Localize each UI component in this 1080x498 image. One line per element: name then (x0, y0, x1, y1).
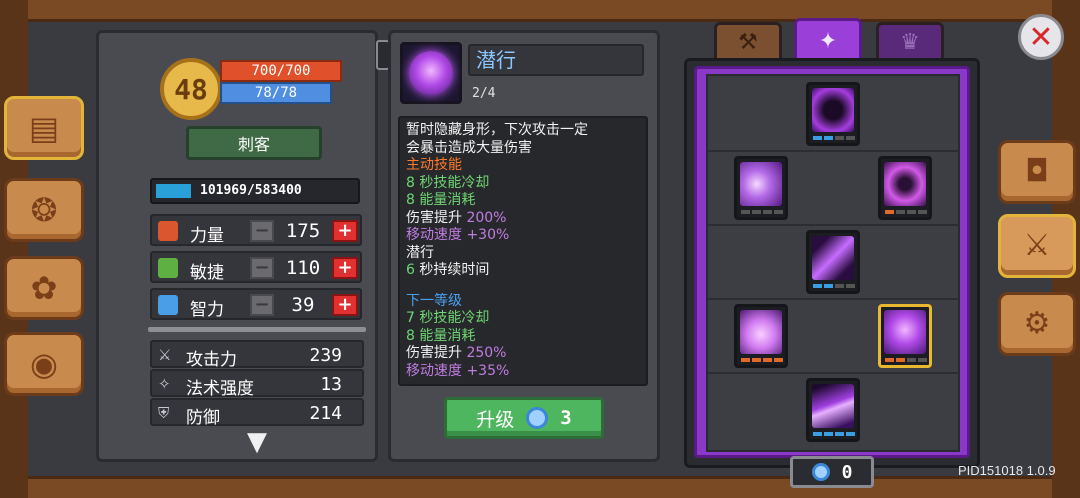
attribute-minus-button[interactable]: − (250, 220, 274, 242)
feather-icon (158, 258, 178, 278)
attribute-row: 敏捷 −110 + (150, 251, 362, 283)
description-line: 下一等级 (406, 292, 462, 309)
skill-name: 潜行 (468, 44, 644, 76)
stat-value: 13 (320, 374, 342, 395)
book-icon: ▤ (28, 109, 60, 147)
skill-node-slash[interactable] (734, 156, 788, 220)
upgrade-cost: 3 (560, 407, 572, 429)
attribute-value: 175 (285, 220, 321, 242)
stat-row: ⚔ 攻击力 239 (150, 340, 364, 370)
stat-label: 防御 (186, 408, 220, 428)
skill-point-icon (526, 407, 549, 429)
upgrade-button[interactable]: 升级 3 (444, 397, 604, 439)
attribute-value: 39 (291, 294, 315, 316)
tab-skills[interactable]: ⚔ (998, 214, 1076, 278)
divider (148, 327, 366, 332)
weapon-icon: ⚒ (738, 30, 758, 55)
description-line: 移动速度 +30% (406, 227, 510, 243)
attribute-minus-button[interactable]: − (250, 294, 274, 316)
stat-value: 214 (309, 403, 342, 424)
skill-points-value: 0 (841, 461, 853, 483)
swords-up-icon: ⚔ (1023, 228, 1051, 263)
tab-settings[interactable]: ⚙ (998, 292, 1076, 356)
fist-icon (158, 221, 178, 241)
close-icon: ✕ (1028, 19, 1054, 55)
tree-divider (708, 372, 958, 374)
map-icon: ❂ (30, 191, 58, 229)
description-line: 7 秒技能冷却 (406, 310, 490, 326)
upgrade-label: 升级 (476, 408, 515, 431)
helmet-icon: ◘ (1025, 154, 1049, 189)
stat-value: 239 (309, 345, 342, 366)
pot-icon: ◉ (30, 345, 58, 383)
xp-bar: 101969/583400 (150, 178, 360, 204)
attribute-label: 智力 (190, 300, 224, 320)
tree-divider (708, 298, 958, 300)
description-line: 伤害提升 250% (406, 345, 507, 361)
skill-node-blade[interactable] (806, 230, 860, 294)
tab-gear-equip[interactable]: ◉ (4, 332, 84, 396)
sword-icon: ⚔ (158, 346, 172, 364)
mp-bar: 78/78 (220, 82, 332, 104)
skill-point-icon (811, 463, 830, 481)
tab-helmet[interactable]: ◘ (998, 140, 1076, 204)
stat-row: ✧ 法术强度 13 (150, 369, 364, 399)
description-line: 会暴击造成大量伤害 (406, 139, 532, 156)
shield-icon: ⛨ (158, 404, 170, 422)
skill-node-mask[interactable] (878, 156, 932, 220)
tab-paw[interactable]: ✿ (4, 256, 84, 320)
skill-node-cloud[interactable] (734, 304, 788, 368)
book-icon (158, 295, 178, 315)
frame-top (0, 0, 1080, 22)
description-line: 8 能量消耗 (406, 192, 476, 208)
attribute-minus-button[interactable]: − (250, 257, 274, 279)
attribute-value: 110 (285, 257, 321, 279)
attribute-row: 力量 −175 + (150, 214, 362, 246)
wand-icon: ✧ (158, 375, 171, 393)
description-line: 暂时隐藏身形，下次攻击一定 (406, 122, 588, 138)
stealth-skill-icon (400, 42, 462, 104)
description-line: 伤害提升 200% (406, 209, 507, 226)
tree-divider (708, 150, 958, 152)
skill-node-stealth[interactable] (878, 304, 932, 368)
hp-bar: 700/700 (220, 60, 342, 82)
skill-node-dash[interactable] (806, 378, 860, 442)
skill-node-shadow[interactable] (806, 82, 860, 146)
description-line: 6 秒持续时间 (406, 262, 490, 278)
paw-icon: ✿ (30, 269, 58, 307)
level-badge: 48 (160, 58, 222, 120)
tree-divider (708, 224, 958, 226)
gear-icon: ⚙ (1023, 306, 1051, 341)
class-button[interactable]: 刺客 (186, 126, 322, 160)
description-line: 8 秒技能冷却 (406, 174, 490, 191)
attribute-row: 智力 −39 + (150, 288, 362, 320)
description-line: 8 能量消耗 (406, 327, 476, 344)
crown-icon: ♛ (900, 30, 920, 55)
description-line: 移动速度 +35% (406, 362, 510, 379)
build-id: PID151018 1.0.9 (958, 463, 1056, 478)
description-line: 主动技能 (406, 157, 462, 173)
shuriken-icon: ✦ (818, 29, 838, 54)
tab-book[interactable]: ▤ (4, 96, 84, 160)
close-button[interactable]: ✕ (1018, 14, 1064, 60)
frame-bottom (0, 476, 1080, 498)
attribute-label: 敏捷 (190, 263, 224, 283)
skill-level: 2/4 (472, 86, 496, 101)
stat-row: ⛨ 防御 214 (150, 398, 364, 428)
attribute-plus-button[interactable]: + (332, 220, 358, 242)
skill-description: 暂时隐藏身形，下次攻击一定 会暴击造成大量伤害 主动技能 8 秒技能冷却 8 能量消耗伤… (398, 116, 648, 386)
attribute-plus-button[interactable]: + (332, 257, 358, 279)
frame-left (0, 0, 28, 498)
scroll-down-icon[interactable]: ▼ (232, 429, 282, 455)
attribute-label: 力量 (190, 226, 224, 246)
description-line: 潜行 (406, 244, 434, 261)
description-gap (406, 280, 640, 293)
stat-label: 法术强度 (186, 379, 254, 399)
xp-text: 101969/583400 (200, 183, 302, 198)
stat-label: 攻击力 (186, 350, 237, 370)
tab-map[interactable]: ❂ (4, 178, 84, 242)
skill-points-counter: 0 (790, 456, 874, 488)
attribute-plus-button[interactable]: + (332, 294, 358, 316)
xp-fill (156, 184, 191, 198)
